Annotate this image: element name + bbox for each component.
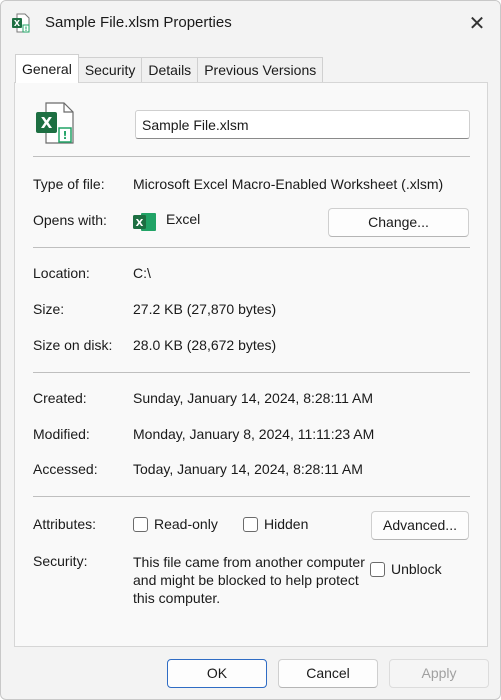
file-name-input[interactable] (135, 110, 470, 139)
size-on-disk-value: 28.0 KB (28,672 bytes) (133, 337, 277, 353)
hidden-label: Hidden (264, 516, 309, 532)
accessed-value: Today, January 14, 2024, 8:28:11 AM (133, 461, 363, 477)
dialog-footer: OK Cancel Apply (1, 651, 500, 699)
location-value: C:\ (133, 265, 151, 281)
size-label: Size: (33, 301, 65, 317)
close-icon: ✕ (468, 12, 486, 35)
readonly-label: Read-only (154, 516, 218, 532)
close-button[interactable]: ✕ (454, 1, 500, 45)
created-value: Sunday, January 14, 2024, 8:28:11 AM (133, 390, 373, 406)
ok-button[interactable]: OK (167, 659, 267, 688)
divider (33, 372, 470, 373)
apply-button[interactable]: Apply (389, 659, 489, 688)
advanced-button[interactable]: Advanced... (371, 511, 469, 540)
hidden-checkbox[interactable]: Hidden (243, 516, 308, 532)
modified-label: Modified: (33, 426, 90, 442)
svg-text:X: X (41, 114, 53, 132)
tab-details[interactable]: Details (141, 57, 199, 83)
modified-value: Monday, January 8, 2024, 11:11:23 AM (133, 426, 375, 442)
tab-security[interactable]: Security (77, 57, 143, 83)
general-panel: X ! Type of file: Microsoft Excel Macro-… (14, 82, 488, 647)
checkbox-box[interactable] (243, 516, 258, 532)
tab-strip: General Security Details Previous Versio… (15, 54, 324, 83)
svg-text:!: ! (62, 129, 67, 142)
created-label: Created: (33, 390, 87, 406)
accessed-label: Accessed: (33, 461, 98, 477)
checkbox-box[interactable] (370, 561, 385, 577)
attributes-label: Attributes: (33, 516, 97, 532)
title-bar[interactable]: X ! Sample File.xlsm Properties ✕ (1, 1, 500, 45)
opens-with-label: Opens with: (33, 212, 107, 228)
checkbox-box[interactable] (133, 516, 148, 532)
size-value: 27.2 KB (27,870 bytes) (133, 301, 277, 317)
change-button[interactable]: Change... (328, 208, 469, 237)
cancel-button[interactable]: Cancel (278, 659, 378, 688)
security-label: Security: (33, 553, 88, 569)
tab-previous-versions[interactable]: Previous Versions (197, 57, 324, 83)
excel-macro-file-icon: X ! (12, 13, 30, 33)
unblock-label: Unblock (391, 561, 442, 577)
divider (33, 247, 470, 248)
divider (33, 156, 470, 157)
excel-app-icon: X (133, 213, 156, 231)
location-label: Location: (33, 265, 90, 281)
window-title: Sample File.xlsm Properties (45, 14, 232, 31)
size-on-disk-label: Size on disk: (33, 337, 113, 353)
excel-macro-file-icon: X ! (36, 102, 74, 144)
properties-dialog: X ! Sample File.xlsm Properties ✕ Genera… (0, 0, 501, 700)
divider (33, 496, 470, 497)
svg-text:X: X (14, 19, 21, 28)
svg-text:X: X (136, 218, 144, 229)
type-of-file-value: Microsoft Excel Macro-Enabled Worksheet … (133, 176, 444, 192)
opens-with-app: Excel (166, 211, 201, 227)
readonly-checkbox[interactable]: Read-only (133, 516, 218, 532)
unblock-checkbox[interactable]: Unblock (370, 561, 442, 577)
tab-general[interactable]: General (15, 54, 79, 83)
security-message: This file came from another computer and… (133, 554, 365, 606)
type-of-file-label: Type of file: (33, 176, 105, 192)
svg-text:!: ! (25, 26, 28, 33)
